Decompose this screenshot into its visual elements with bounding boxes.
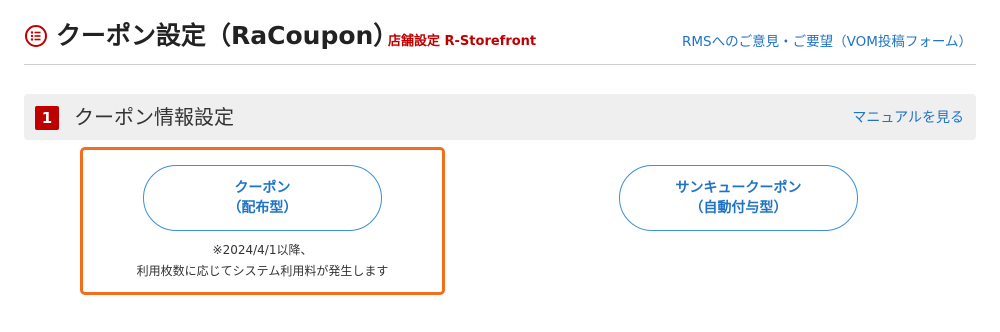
fee-note: ※2024/4/1以降、 利用枚数に応じてシステム利用料が発生します [100, 240, 425, 282]
distributed-coupon-button[interactable]: クーポン （配布型） [143, 165, 382, 231]
section-title: クーポン情報設定 [74, 105, 234, 129]
thankyou-coupon-label: サンキュークーポン [675, 180, 802, 196]
section-header: 1 クーポン情報設定 マニュアルを見る [24, 94, 976, 140]
page-header: クーポン設定（RaCoupon） 店舗設定 R-Storefront RMSへの… [24, 18, 976, 58]
page-title: クーポン設定（RaCoupon） [56, 21, 399, 50]
store-label: 店舗設定 R-Storefront [388, 34, 537, 49]
distributed-coupon-type: （配布型） [227, 200, 298, 216]
thankyou-coupon-button[interactable]: サンキュークーポン （自動付与型） [619, 165, 858, 231]
header-divider [24, 64, 976, 65]
feedback-link[interactable]: RMSへのご意見・ご要望（VOM投稿フォーム） [682, 30, 972, 50]
thankyou-coupon-type: （自動付与型） [689, 200, 788, 216]
distributed-coupon-label: クーポン [234, 180, 291, 196]
manual-link[interactable]: マニュアルを見る [852, 107, 964, 127]
step-badge: 1 [35, 106, 59, 130]
list-circle-icon [24, 24, 48, 48]
fee-note-line1: ※2024/4/1以降、 [212, 243, 313, 257]
fee-note-line2: 利用枚数に応じてシステム利用料が発生します [136, 264, 389, 278]
